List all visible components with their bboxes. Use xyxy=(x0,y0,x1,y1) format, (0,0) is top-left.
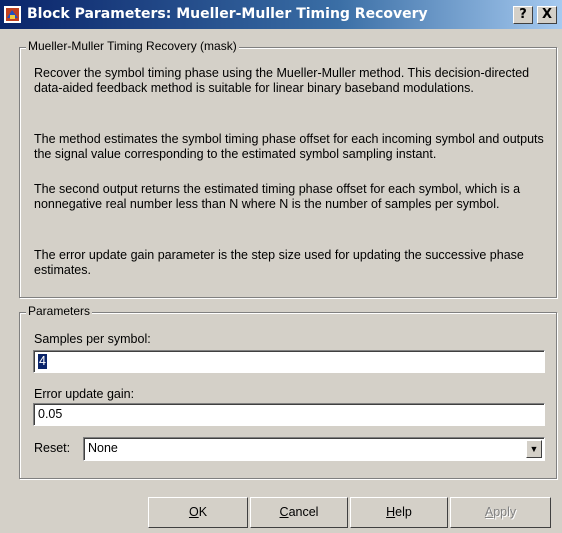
error-update-gain-input[interactable]: 0.05 xyxy=(33,403,545,426)
title-bar[interactable]: Block Parameters: Mueller-Muller Timing … xyxy=(0,0,562,29)
samples-per-symbol-value: 4 xyxy=(38,354,47,369)
window-title: Block Parameters: Mueller-Muller Timing … xyxy=(27,6,428,22)
samples-per-symbol-input[interactable]: 4 xyxy=(33,350,545,373)
cancel-button[interactable]: Cancel xyxy=(250,497,348,528)
description-paragraph-3: The second output returns the estimated … xyxy=(34,182,521,211)
samples-per-symbol-label: Samples per symbol: xyxy=(34,332,151,346)
ok-button[interactable]: OK xyxy=(148,497,248,528)
description-paragraph-2: The method estimates the symbol timing p… xyxy=(34,132,544,161)
apply-button[interactable]: Apply xyxy=(450,497,551,528)
error-update-gain-label: Error update gain: xyxy=(34,387,135,401)
close-window-button[interactable]: X xyxy=(537,6,557,24)
reset-label: Reset: xyxy=(34,441,71,455)
parameters-group-legend: Parameters xyxy=(26,304,93,318)
reset-selected-value: None xyxy=(88,441,118,455)
simulink-block-icon xyxy=(4,6,21,23)
reset-select[interactable]: None ▼ xyxy=(83,437,545,461)
mask-group-legend: Mueller-Muller Timing Recovery (mask) xyxy=(26,39,239,53)
dropdown-arrow-icon[interactable]: ▼ xyxy=(526,440,542,458)
context-help-button[interactable]: ? xyxy=(513,6,533,24)
description-paragraph-1: Recover the symbol timing phase using th… xyxy=(34,66,530,95)
description-paragraph-4: The error update gain parameter is the s… xyxy=(34,248,524,277)
help-button[interactable]: Help xyxy=(350,497,448,528)
